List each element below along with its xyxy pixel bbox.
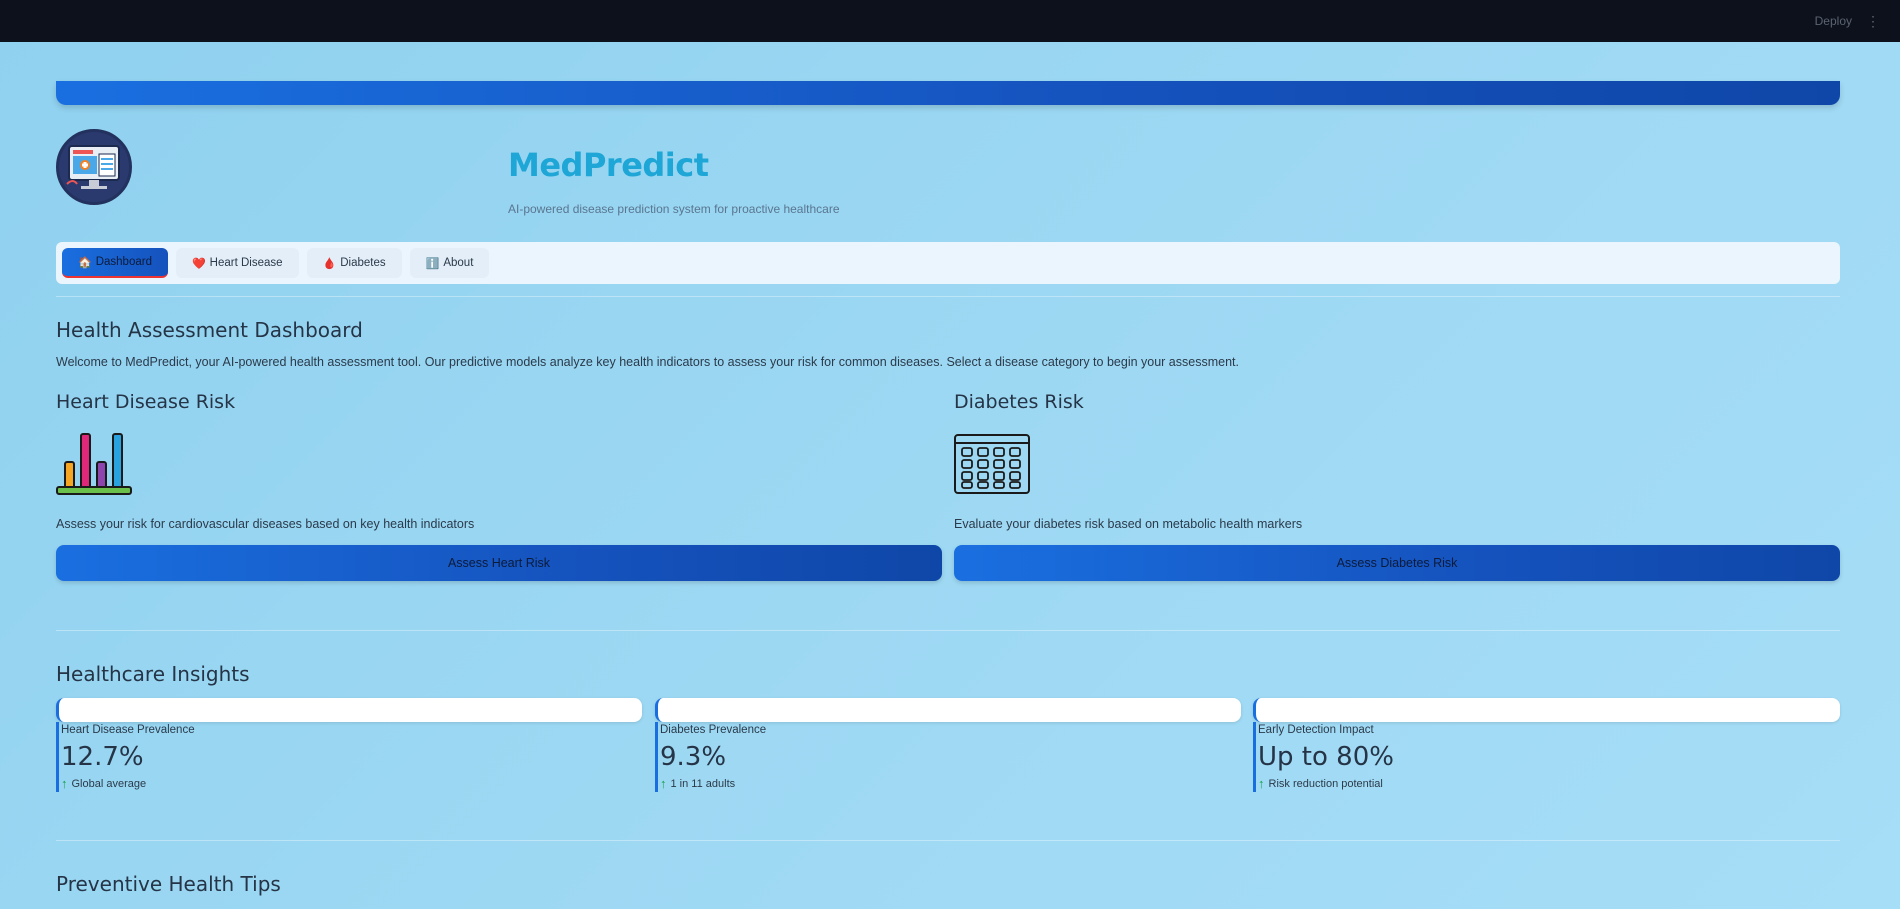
app-subtitle: AI-powered disease prediction system for… (508, 202, 840, 216)
metric-diabetes-prevalence: Diabetes Prevalence 9.3% ↑ 1 in 11 adult… (655, 722, 1241, 792)
insights-title: Healthcare Insights (56, 662, 250, 686)
heart-card-description: Assess your risk for cardiovascular dise… (56, 517, 475, 531)
metric-header-bar (56, 698, 642, 722)
main-menu-icon[interactable]: ⋮ (1866, 14, 1880, 28)
metric-header-bar (1253, 698, 1840, 722)
tab-label: Heart Disease (209, 257, 283, 269)
tab-diabetes[interactable]: 🩸 Diabetes (306, 248, 402, 278)
assess-heart-risk-button[interactable]: Assess Heart Risk (56, 545, 942, 581)
metric-value: 12.7% (61, 742, 144, 772)
blood-drop-icon: 🩸 (322, 257, 337, 270)
tab-about[interactable]: ℹ️ About (409, 248, 490, 278)
calendar-grid-icon (954, 434, 1030, 494)
tab-dashboard[interactable]: 🏠 Dashboard (62, 248, 168, 278)
header-banner (56, 81, 1840, 105)
arrow-up-icon: ↑ (1258, 776, 1265, 791)
tab-label: Dashboard (95, 256, 152, 268)
app-title: MedPredict (508, 146, 709, 184)
tab-label: Diabetes (340, 257, 386, 269)
metric-delta: ↑ Risk reduction potential (1258, 776, 1840, 791)
diabetes-card-description: Evaluate your diabetes risk based on met… (954, 517, 1303, 531)
tips-title: Preventive Health Tips (56, 872, 281, 896)
metric-label: Heart Disease Prevalence (61, 724, 195, 736)
main-nav: 🏠 Dashboard ❤️ Heart Disease 🩸 Diabetes … (56, 242, 1840, 284)
metric-early-detection: Early Detection Impact Up to 80% ↑ Risk … (1253, 722, 1840, 792)
metric-value: 9.3% (660, 742, 727, 772)
metric-label: Diabetes Prevalence (660, 724, 767, 736)
medical-monitor-icon (56, 129, 132, 205)
app-toolbar: Deploy ⋮ (0, 0, 1900, 42)
bar-chart-icon (56, 432, 132, 496)
arrow-up-icon: ↑ (61, 776, 68, 791)
tab-heart-disease[interactable]: ❤️ Heart Disease (175, 248, 299, 278)
section-divider (56, 630, 1840, 631)
metric-label: Early Detection Impact (1258, 724, 1374, 736)
heart-icon: ❤️ (191, 257, 206, 270)
heart-card-title: Heart Disease Risk (56, 391, 236, 413)
section-divider (56, 296, 1840, 297)
deploy-button[interactable]: Deploy (1815, 14, 1852, 28)
metric-heart-prevalence: Heart Disease Prevalence 12.7% ↑ Global … (56, 722, 642, 792)
section-divider (56, 840, 1840, 841)
dashboard-intro: Welcome to MedPredict, your AI-powered h… (56, 355, 1239, 369)
tab-label: About (443, 257, 474, 269)
diabetes-card-title: Diabetes Risk (954, 391, 1084, 413)
metric-delta-text: Risk reduction potential (1268, 777, 1383, 790)
metric-delta: ↑ Global average (61, 776, 642, 791)
metric-delta: ↑ 1 in 11 adults (660, 776, 1241, 791)
info-icon: ℹ️ (425, 257, 440, 270)
home-icon: 🏠 (78, 256, 92, 269)
metric-value: Up to 80% (1258, 742, 1394, 772)
arrow-up-icon: ↑ (660, 776, 667, 791)
metric-header-bar (655, 698, 1241, 722)
dashboard-title: Health Assessment Dashboard (56, 318, 363, 342)
metric-delta-text: Global average (71, 777, 147, 790)
assess-diabetes-risk-button[interactable]: Assess Diabetes Risk (954, 545, 1840, 581)
metric-delta-text: 1 in 11 adults (670, 777, 736, 790)
